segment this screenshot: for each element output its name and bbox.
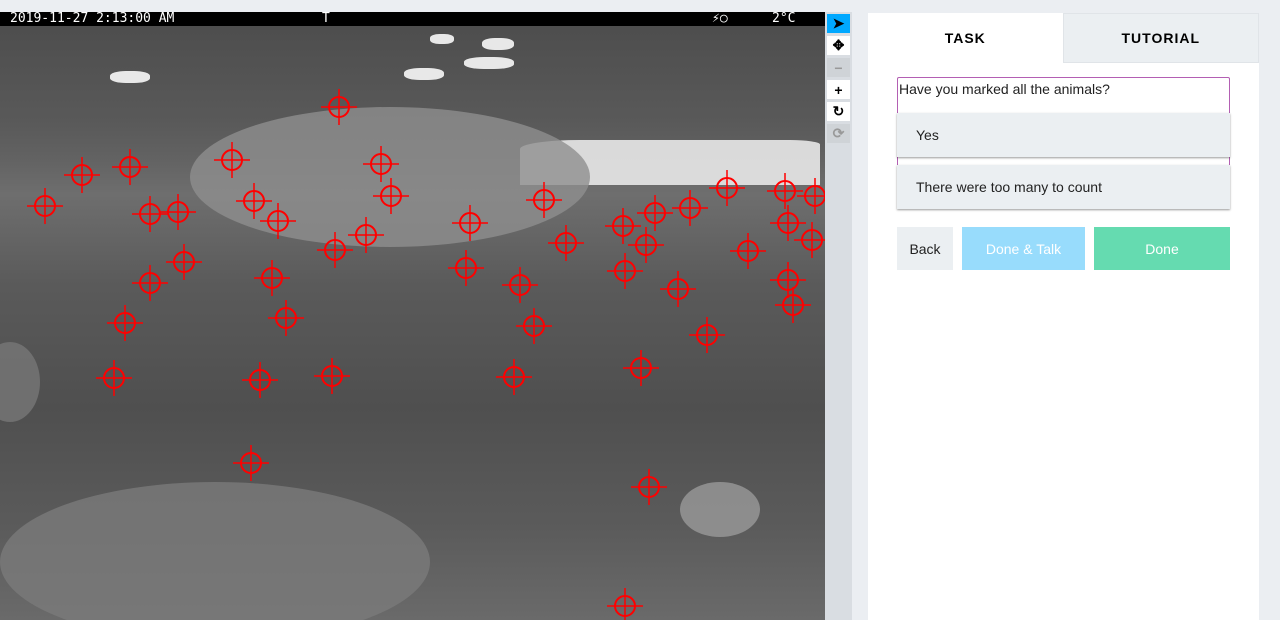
penguin-marker[interactable]	[260, 203, 296, 239]
penguin-marker[interactable]	[775, 287, 811, 323]
penguin-marker[interactable]	[605, 208, 641, 244]
penguin-marker[interactable]	[631, 469, 667, 505]
penguin-marker[interactable]	[96, 360, 132, 396]
penguin-marker[interactable]	[502, 267, 538, 303]
done-button[interactable]: Done	[1094, 227, 1230, 270]
penguin-marker[interactable]	[628, 227, 664, 263]
penguin-marker[interactable]	[607, 588, 643, 620]
penguin-marker[interactable]	[607, 253, 643, 289]
task-panel: TASK TUTORIAL Have you marked all the an…	[868, 13, 1259, 620]
penguin-marker[interactable]	[770, 205, 806, 241]
penguin-marker[interactable]	[496, 359, 532, 395]
penguin-marker[interactable]	[448, 250, 484, 286]
penguin-marker[interactable]	[166, 244, 202, 280]
penguin-marker[interactable]	[132, 196, 168, 232]
penguin-marker[interactable]	[526, 182, 562, 218]
zoom-out-button[interactable]: −	[827, 58, 850, 77]
penguin-marker[interactable]	[797, 178, 825, 214]
markers-layer	[27, 89, 825, 620]
pan-tool-button[interactable]: ✥	[827, 36, 850, 55]
answer-label: There were too many to count	[916, 179, 1102, 195]
tab-tutorial[interactable]: TUTORIAL	[1062, 13, 1259, 63]
answer-too-many[interactable]: There were too many to count	[897, 165, 1230, 209]
penguin-marker[interactable]	[770, 262, 806, 298]
penguin-marker[interactable]	[254, 260, 290, 296]
answer-yes[interactable]: Yes	[897, 113, 1230, 157]
penguin-marker[interactable]	[709, 170, 745, 206]
penguin-marker[interactable]	[660, 271, 696, 307]
penguin-marker[interactable]	[314, 358, 350, 394]
penguin-marker[interactable]	[452, 205, 488, 241]
penguin-marker[interactable]	[373, 178, 409, 214]
penguin-marker[interactable]	[767, 173, 803, 209]
penguin-marker[interactable]	[794, 222, 825, 258]
subject-image[interactable]: 2019-11-27 2:13:00 AM T ⚡○ 2°C	[0, 12, 825, 620]
image-toolbar: ➤ ✥ − + ↻ ⟳	[825, 12, 852, 620]
penguin-marker[interactable]	[516, 308, 552, 344]
penguin-marker[interactable]	[107, 305, 143, 341]
penguin-marker[interactable]	[548, 225, 584, 261]
penguin-marker[interactable]	[623, 350, 659, 386]
penguin-marker[interactable]	[730, 233, 766, 269]
answer-label: Yes	[916, 127, 939, 143]
penguin-marker[interactable]	[64, 157, 100, 193]
penguin-marker[interactable]	[637, 195, 673, 231]
penguin-marker[interactable]	[348, 217, 384, 253]
penguin-marker[interactable]	[236, 183, 272, 219]
penguin-marker[interactable]	[160, 194, 196, 230]
zoom-in-button[interactable]: +	[827, 80, 850, 99]
penguin-marker[interactable]	[317, 232, 353, 268]
back-button[interactable]: Back	[897, 227, 953, 270]
penguin-marker[interactable]	[27, 188, 63, 224]
penguin-marker[interactable]	[233, 445, 269, 481]
penguin-marker[interactable]	[268, 300, 304, 336]
penguin-marker[interactable]	[689, 317, 725, 353]
penguin-marker[interactable]	[672, 190, 708, 226]
rotate-button[interactable]: ↻	[827, 102, 850, 121]
penguin-marker[interactable]	[363, 146, 399, 182]
reset-button[interactable]: ⟳	[827, 124, 850, 143]
done-and-talk-button[interactable]: Done & Talk	[962, 227, 1085, 270]
tab-task[interactable]: TASK	[868, 13, 1063, 63]
penguin-marker[interactable]	[321, 89, 357, 125]
pointer-tool-button[interactable]: ➤	[827, 14, 850, 33]
penguin-marker[interactable]	[214, 142, 250, 178]
question-text: Have you marked all the animals?	[899, 81, 1110, 97]
penguin-marker[interactable]	[132, 265, 168, 301]
penguin-marker[interactable]	[242, 362, 278, 398]
penguin-marker[interactable]	[112, 149, 148, 185]
question-box: Have you marked all the animals? Yes The…	[897, 77, 1230, 209]
